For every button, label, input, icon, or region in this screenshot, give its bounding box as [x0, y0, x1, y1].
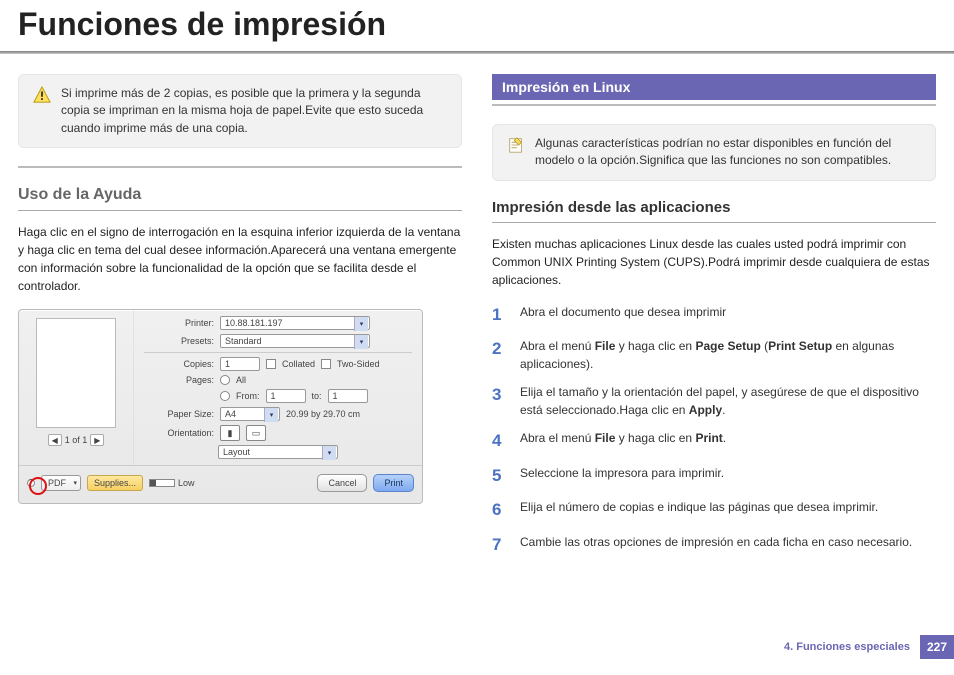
page-footer: 4. Funciones especiales 227 — [784, 635, 954, 659]
print-preview-pane: ◀ 1 of 1 ▶ — [19, 310, 134, 465]
step-item: 7 Cambie las otras opciones de impresión … — [492, 533, 936, 558]
chevron-down-icon: ▾ — [322, 446, 336, 460]
page-title: Funciones de impresión — [0, 0, 954, 51]
step-text: Elija el número de copias e indique las … — [520, 498, 936, 523]
printer-label: Printer: — [144, 318, 214, 328]
paper-size-label: Paper Size: — [144, 409, 214, 419]
next-page-button[interactable]: ▶ — [90, 434, 104, 446]
low-ink-indicator: Low — [149, 478, 195, 488]
warning-callout: Si imprime más de 2 copias, es posible q… — [18, 74, 462, 148]
note-icon — [507, 136, 525, 154]
pages-from-label: From: — [236, 391, 260, 401]
note-callout: Algunas características podrían no estar… — [492, 124, 936, 181]
chevron-down-icon: ▾ — [264, 408, 278, 422]
step-item: 4 Abra el menú File y haga clic en Print. — [492, 429, 936, 454]
mac-print-dialog: ◀ 1 of 1 ▶ Printer: 10.88.181.197▾ Prese… — [18, 309, 423, 504]
cancel-button[interactable]: Cancel — [317, 474, 367, 492]
pdf-button[interactable]: PDF▾ — [41, 475, 81, 491]
left-column: Si imprime más de 2 copias, es posible q… — [18, 74, 462, 568]
step-number: 4 — [492, 429, 508, 454]
landscape-button[interactable]: ▭ — [246, 425, 266, 441]
pages-all-radio[interactable] — [220, 375, 230, 385]
chevron-down-icon: ▾ — [354, 335, 368, 349]
step-text: Elija el tamaño y la orientación del pap… — [520, 383, 936, 419]
presets-select[interactable]: Standard▾ — [220, 334, 370, 348]
step-text: Cambie las otras opciones de impresión e… — [520, 533, 936, 558]
step-number: 1 — [492, 303, 508, 328]
step-text: Abra el menú File y haga clic en Page Se… — [520, 337, 936, 373]
pages-range-radio[interactable] — [220, 391, 230, 401]
print-form: Printer: 10.88.181.197▾ Presets: Standar… — [134, 310, 422, 465]
apps-heading: Impresión desde las aplicaciones — [492, 199, 936, 216]
step-item: 6 Elija el número de copias e indique las… — [492, 498, 936, 523]
supplies-button[interactable]: Supplies... — [87, 475, 143, 491]
orientation-label: Orientation: — [144, 428, 214, 438]
warning-icon — [33, 86, 51, 104]
step-number: 3 — [492, 383, 508, 419]
panel-select[interactable]: Layout▾ — [218, 445, 338, 459]
pages-label: Pages: — [144, 375, 214, 385]
help-heading: Uso de la Ayuda — [18, 186, 462, 204]
step-number: 5 — [492, 464, 508, 489]
print-button[interactable]: Print — [373, 474, 414, 492]
section-rule — [18, 166, 462, 168]
step-item: 2 Abra el menú File y haga clic en Page S… — [492, 337, 936, 373]
help-body: Haga clic en el signo de interrogación e… — [18, 223, 462, 295]
step-item: 5 Seleccione la impresora para imprimir. — [492, 464, 936, 489]
step-item: 3 Elija el tamaño y la orientación del pa… — [492, 383, 936, 419]
copies-label: Copies: — [144, 359, 214, 369]
step-item: 1 Abra el documento que desea imprimir — [492, 303, 936, 328]
steps-list: 1Abra el documento que desea imprimir 2A… — [492, 303, 936, 558]
portrait-button[interactable]: ▮ — [220, 425, 240, 441]
two-sided-checkbox[interactable] — [321, 359, 331, 369]
step-number: 2 — [492, 337, 508, 373]
step-number: 7 — [492, 533, 508, 558]
step-text: Abra el menú File y haga clic en Print. — [520, 429, 936, 454]
collated-checkbox[interactable] — [266, 359, 276, 369]
step-text: Seleccione la impresora para imprimir. — [520, 464, 936, 489]
pages-to-input[interactable]: 1 — [328, 389, 368, 403]
page-number: 227 — [920, 635, 954, 659]
warning-text: Si imprime más de 2 copias, es posible q… — [61, 85, 447, 137]
presets-label: Presets: — [144, 336, 214, 346]
collated-label: Collated — [282, 359, 315, 369]
note-text: Algunas características podrían no estar… — [535, 135, 921, 170]
linux-banner: Impresión en Linux — [492, 74, 936, 100]
two-sided-label: Two-Sided — [337, 359, 380, 369]
pages-all-label: All — [236, 375, 246, 385]
apps-body: Existen muchas aplicaciones Linux desde … — [492, 235, 936, 289]
step-number: 6 — [492, 498, 508, 523]
heading-underline — [18, 210, 462, 211]
copies-input[interactable]: 1 — [220, 357, 260, 371]
preview-page — [36, 318, 116, 428]
right-column: Impresión en Linux Algunas característic… — [492, 74, 936, 568]
title-rule — [0, 51, 954, 54]
prev-page-button[interactable]: ◀ — [48, 434, 62, 446]
step-text: Abra el documento que desea imprimir — [520, 303, 936, 328]
pages-to-label: to: — [312, 391, 322, 401]
paper-size-select[interactable]: A4▾ — [220, 407, 280, 421]
chapter-label: 4. Funciones especiales — [784, 641, 910, 653]
chevron-down-icon: ▾ — [354, 317, 368, 331]
paper-dims-label: 20.99 by 29.70 cm — [286, 409, 360, 419]
printer-select[interactable]: 10.88.181.197▾ — [220, 316, 370, 330]
heading-underline — [492, 222, 936, 223]
page-nav-label: 1 of 1 — [65, 435, 88, 445]
banner-underline — [492, 104, 936, 106]
pages-from-input[interactable]: 1 — [266, 389, 306, 403]
